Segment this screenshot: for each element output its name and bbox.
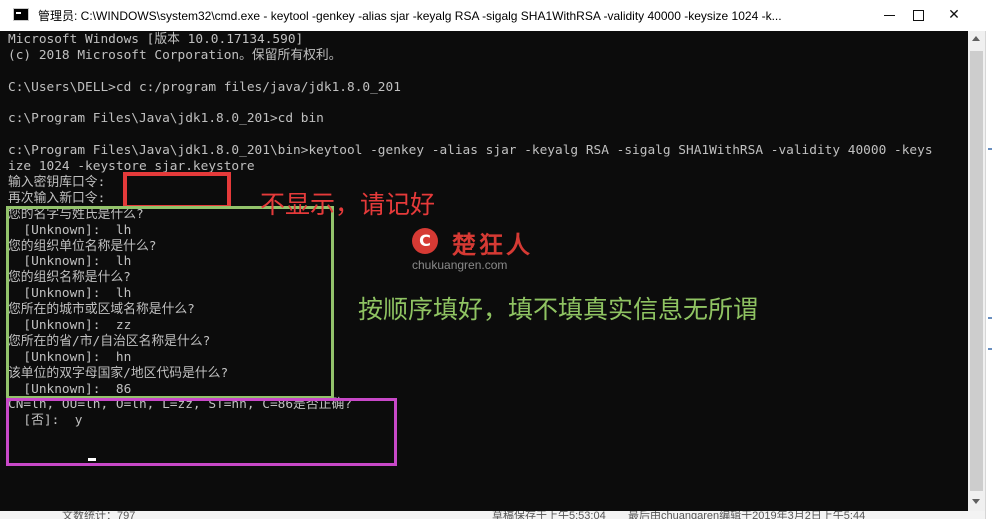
maximize-icon — [912, 9, 924, 21]
vertical-scrollbar[interactable] — [968, 31, 985, 511]
background-marker — [988, 317, 992, 319]
info-fields-highlight-box — [6, 206, 334, 399]
background-marker — [988, 348, 992, 350]
console-line: C:\Users\DELL>cd c:/program files/java/j… — [8, 79, 401, 95]
last-edited-info: 最后由chuangaren编辑于2019年3月2日上午5:44 — [628, 511, 866, 519]
background-marker — [988, 148, 992, 150]
background-status-bar: 文数统计：797 草稿保存于上午5:53:04 最后由chuangaren编辑于… — [0, 511, 985, 519]
minimize-icon — [883, 14, 895, 16]
password-highlight-box — [123, 172, 231, 209]
password-note: 不显示，请记好 — [260, 190, 436, 219]
maximize-button[interactable] — [895, 0, 941, 31]
watermark-url: chukuangren.com — [412, 258, 508, 272]
draft-saved-time: 草稿保存于上午5:53:04 — [492, 511, 606, 519]
scroll-down-icon[interactable] — [972, 499, 980, 504]
window-titlebar[interactable]: 管理员: C:\WINDOWS\system32\cmd.exe - keyto… — [0, 0, 968, 32]
console-line: (c) 2018 Microsoft Corporation。保留所有权利。 — [8, 47, 342, 63]
close-button[interactable]: ✕ — [940, 0, 968, 31]
window-title: 管理员: C:\WINDOWS\system32\cmd.exe - keyto… — [38, 9, 782, 23]
word-count: 文数统计：797 — [62, 511, 136, 519]
confirm-highlight-box — [6, 398, 397, 466]
scroll-up-icon[interactable] — [972, 36, 980, 41]
console-line: c:\Program Files\Java\jdk1.8.0_201>cd bi… — [8, 111, 324, 127]
fill-order-note: 按顺序填好，填不填真实信息无所谓 — [358, 295, 759, 324]
console-line: Microsoft Windows [版本 10.0.17134.590] — [8, 32, 304, 47]
site-watermark: C 楚狂人 chukuangren.com — [412, 225, 562, 275]
scroll-thumb[interactable] — [970, 51, 983, 491]
watermark-name: 楚狂人 — [452, 231, 533, 259]
cmd-app-icon — [13, 8, 29, 21]
background-window-edge — [985, 31, 993, 519]
console-line: c:\Program Files\Java\jdk1.8.0_201\bin>k… — [8, 143, 933, 159]
watermark-logo-icon: C — [412, 228, 438, 254]
